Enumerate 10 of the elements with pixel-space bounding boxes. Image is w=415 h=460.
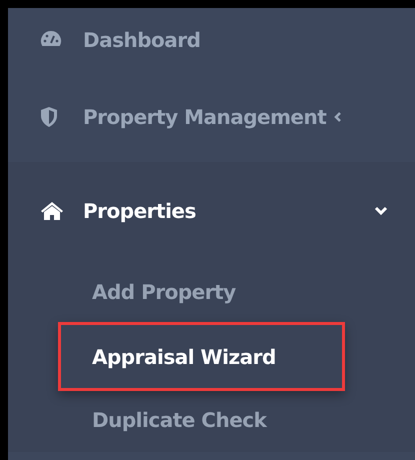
submenu-item[interactable]: Appraisal Wizard	[58, 322, 345, 391]
house-icon	[40, 201, 64, 221]
chevron-down-icon[interactable]	[374, 206, 388, 216]
menu-item-label[interactable]: Properties	[83, 199, 196, 223]
chevron-left-icon[interactable]	[334, 111, 342, 123]
menu-item-label[interactable]: Property Management	[83, 105, 326, 129]
shield-icon	[40, 106, 58, 128]
submenu-item[interactable]: Add Property	[58, 260, 345, 324]
menu-item-label[interactable]: Dashboard	[83, 28, 200, 52]
submenu-item[interactable]: Duplicate Check	[58, 388, 345, 452]
